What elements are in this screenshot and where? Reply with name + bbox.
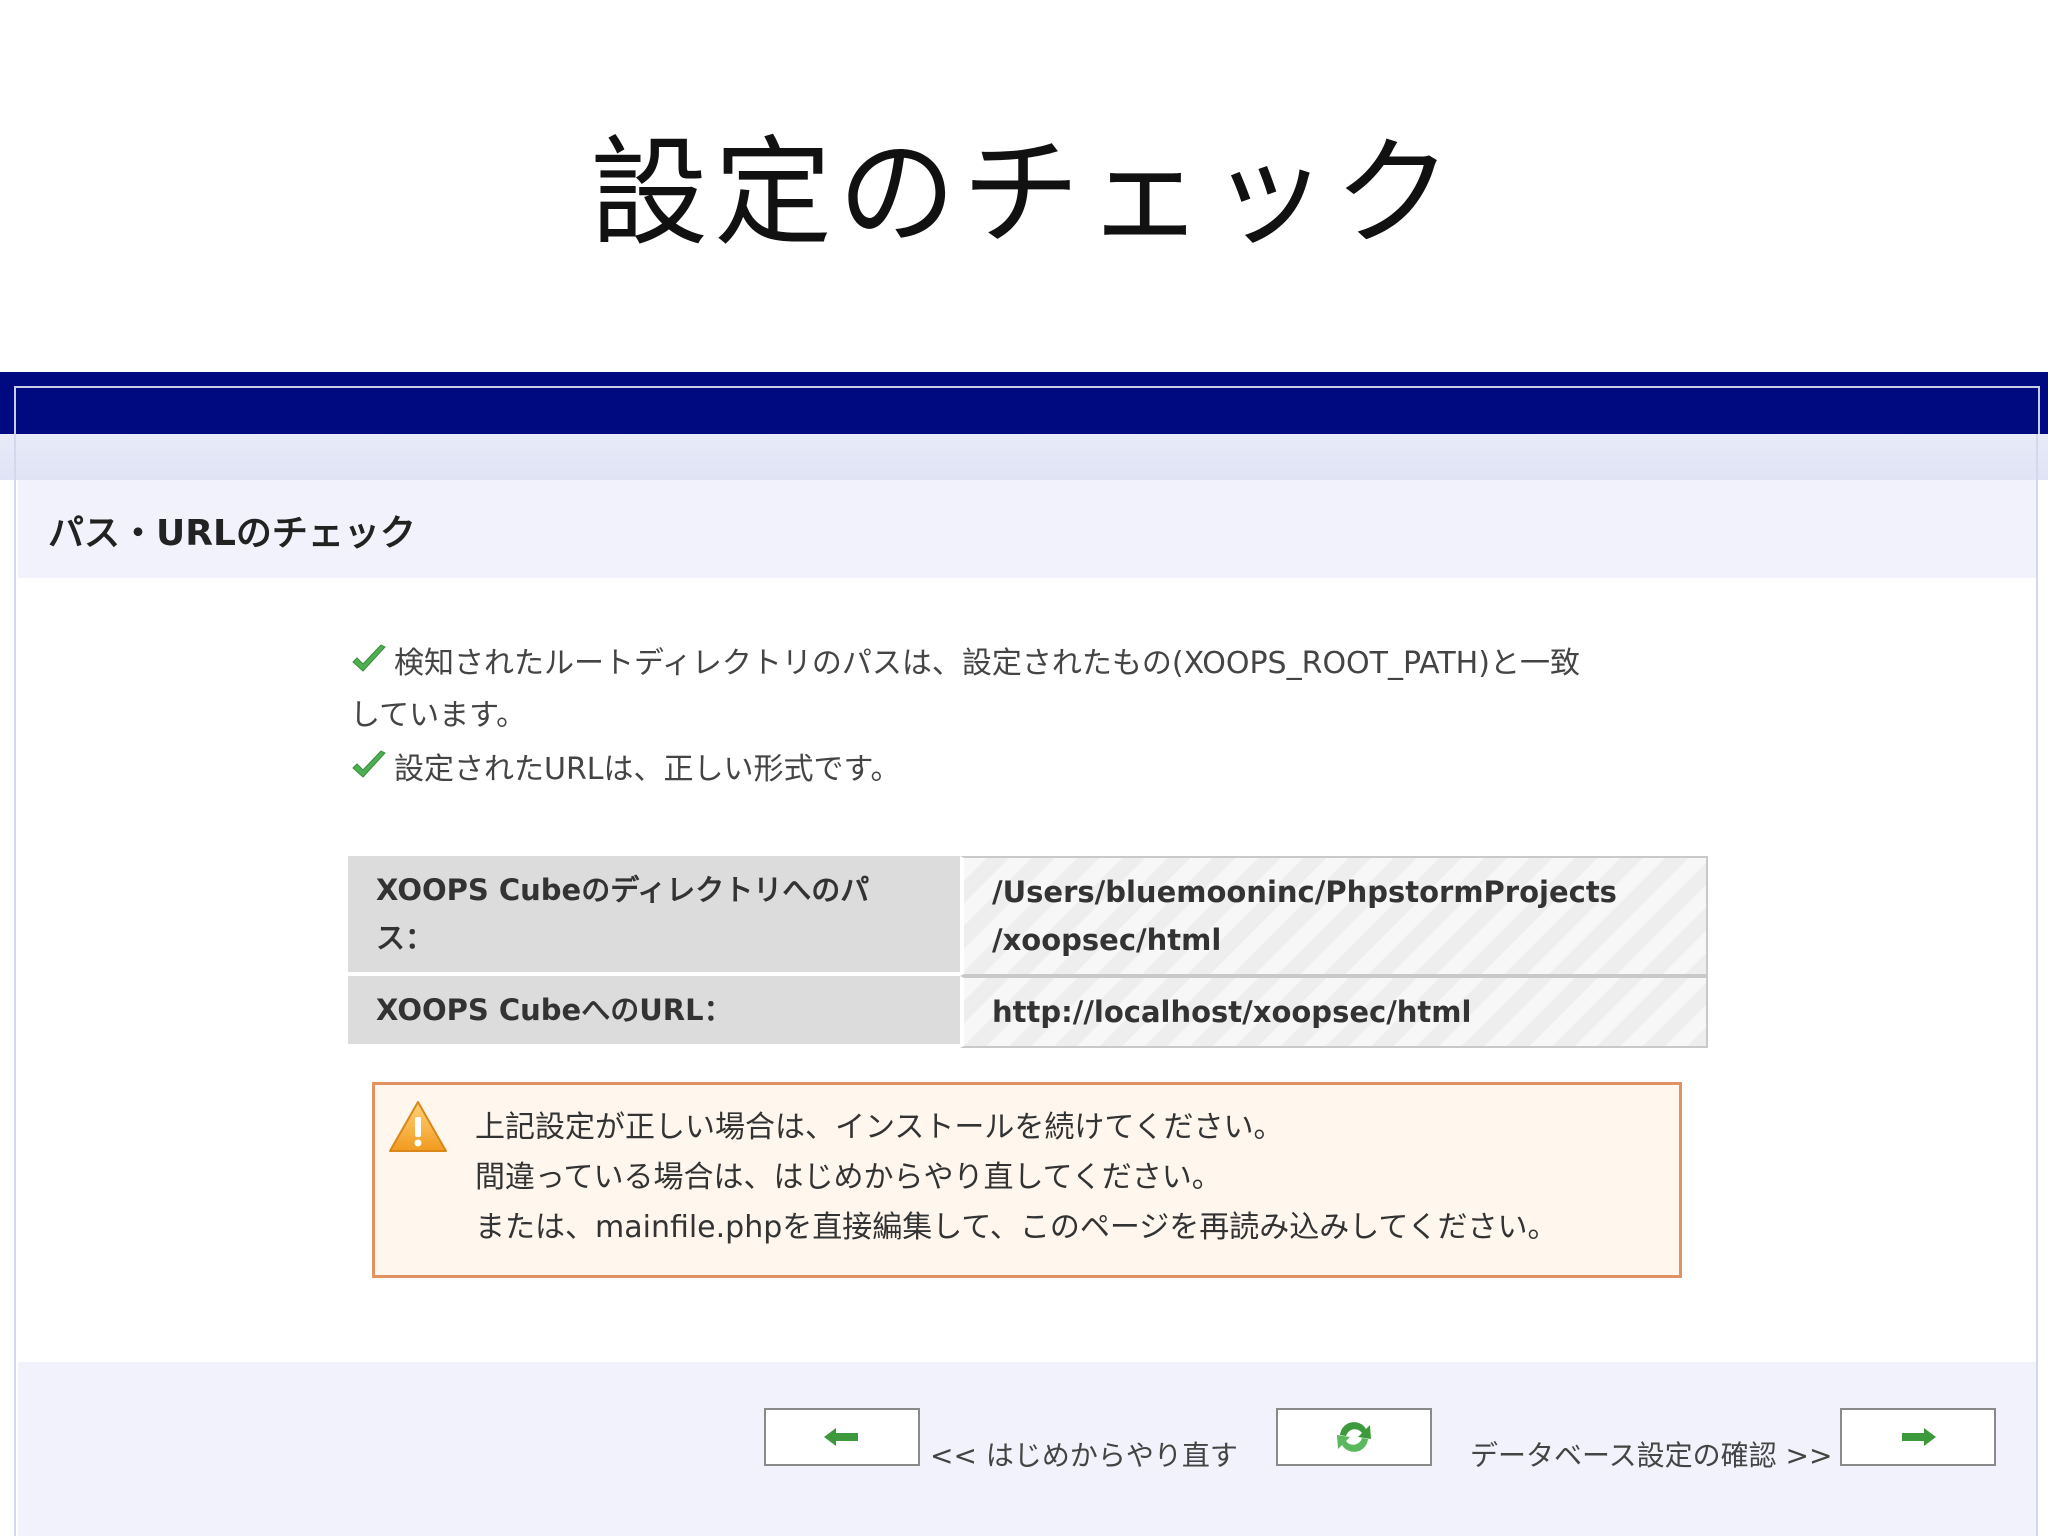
left-arrow-icon [824, 1428, 858, 1446]
reload-icon [1337, 1422, 1371, 1452]
next-button[interactable] [1840, 1408, 1996, 1466]
section-heading: パス・URLのチェック [48, 513, 416, 554]
check-text: 設定されたURLは、正しい形式です。 [394, 752, 901, 787]
check-text-continued: しています。 [350, 698, 527, 733]
settings-table: XOOPS Cubeのディレクトリへのパ ス： /Users/bluemooni… [348, 856, 1708, 1048]
top-bar [0, 372, 2048, 434]
table-row: XOOPS CubeへのURL： http://localhost/xoopse… [348, 976, 1708, 1048]
table-row: XOOPS Cubeのディレクトリへのパ ス： /Users/bluemooni… [348, 856, 1708, 976]
slide-title: 設定のチェック [589, 124, 1458, 262]
right-arrow-icon [1902, 1428, 1936, 1446]
installer-screenshot: パス・URLのチェック 検知されたルートディレクトリのパスは、設定されたもの(X… [0, 372, 2048, 1536]
check-item-url: 設定されたURLは、正しい形式です。 [350, 746, 1710, 798]
next-button-label[interactable]: データベース設定の確認 >> [1470, 1434, 1832, 1474]
back-button-label[interactable]: << はじめからやり直す [930, 1434, 1238, 1474]
checkmark-icon [350, 643, 394, 692]
row-label: XOOPS Cubeのディレクトリへのパ ス： [348, 856, 960, 976]
row-value: /Users/bluemooninc/PhpstormProjects /xoo… [960, 856, 1708, 976]
check-text: 検知されたルートディレクトリのパスは、設定されたもの(XOOPS_ROOT_PA… [394, 646, 1580, 681]
row-value: http://localhost/xoopsec/html [960, 976, 1708, 1048]
checkmark-icon [350, 749, 394, 798]
warning-triangle-icon [387, 1099, 449, 1159]
check-item-root-path: 検知されたルートディレクトリのパスは、設定されたもの(XOOPS_ROOT_PA… [350, 640, 1710, 740]
warning-message: 上記設定が正しい場合は、インストールを続けてください。 間違っている場合は、はじ… [475, 1110, 1558, 1245]
reload-button[interactable] [1276, 1408, 1432, 1466]
row-label: XOOPS CubeへのURL： [348, 976, 960, 1048]
warning-box: 上記設定が正しい場合は、インストールを続けてください。 間違っている場合は、はじ… [372, 1082, 1682, 1278]
back-button[interactable] [764, 1408, 920, 1466]
